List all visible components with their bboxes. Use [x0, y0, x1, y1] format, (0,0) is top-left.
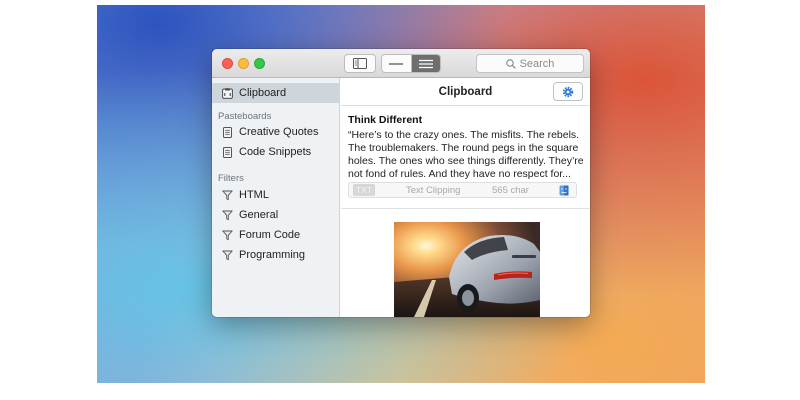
sidebar-item-label: Clipboard: [239, 87, 287, 99]
maximize-window-button[interactable]: [254, 58, 265, 69]
sidebar-item-general[interactable]: General: [212, 205, 340, 225]
list-icon: [418, 59, 433, 68]
search-icon: [505, 58, 516, 69]
clip-type-badge: TXT: [353, 184, 376, 196]
main-panel: Clipboard Think Different “Here’s to the…: [341, 78, 590, 317]
list-view-button[interactable]: [410, 55, 440, 72]
window-titlebar[interactable]: Search: [212, 49, 590, 78]
filter-icon: [222, 250, 233, 260]
minimize-window-button[interactable]: [238, 58, 249, 69]
clip-type-label: Text Clipping: [406, 184, 461, 196]
sidebar-icon: [353, 58, 367, 69]
clip-title: Think Different: [348, 114, 423, 126]
app-window: Search Clipboard Pasteboards Creative Qu…: [212, 49, 590, 317]
settings-button[interactable]: [553, 82, 583, 101]
sidebar-item-label: Programming: [239, 249, 306, 261]
car-photo-clipping[interactable]: [394, 222, 540, 317]
sidebar-item-label: Creative Quotes: [239, 126, 319, 138]
view-mode-segmented-control: [381, 54, 441, 73]
page: Search Clipboard Pasteboards Creative Qu…: [0, 0, 800, 400]
document-icon: [223, 126, 232, 138]
search-field[interactable]: Search: [476, 54, 584, 73]
filter-icon: [222, 210, 233, 220]
sidebar-item-forum-code[interactable]: Forum Code: [212, 225, 340, 245]
pasteboards-header: Pasteboards: [218, 111, 272, 122]
toggle-sidebar-button[interactable]: [344, 54, 376, 73]
sidebar-item-label: Forum Code: [239, 229, 301, 241]
sidebar-item-label: General: [239, 209, 279, 221]
sidebar-item-label: Code Snippets: [239, 146, 312, 158]
sidebar-item-programming[interactable]: Programming: [212, 245, 340, 265]
car-image: [394, 222, 540, 317]
main-header: Clipboard: [341, 78, 590, 106]
clip-text: “Here’s to the crazy ones. The misfits. …: [348, 129, 584, 180]
sidebar-item-code-snippets[interactable]: Code Snippets: [212, 142, 340, 162]
filter-icon: [222, 190, 233, 200]
gear-icon: [562, 86, 574, 97]
sidebar: Clipboard Pasteboards Creative Quotes Co…: [212, 78, 340, 317]
search-placeholder: Search: [519, 57, 555, 70]
divider: [341, 208, 590, 209]
compact-view-button[interactable]: [382, 55, 411, 72]
filters-header: Filters: [218, 173, 244, 184]
document-icon: [223, 146, 232, 158]
clip-item[interactable]: Think Different “Here’s to the crazy one…: [348, 114, 586, 181]
filter-icon: [222, 230, 233, 240]
finder-icon[interactable]: [559, 185, 569, 196]
sidebar-item-html[interactable]: HTML: [212, 185, 340, 205]
sidebar-item-creative-quotes[interactable]: Creative Quotes: [212, 122, 340, 142]
close-window-button[interactable]: [222, 58, 233, 69]
clipboard-icon: [222, 87, 233, 99]
sidebar-item-clipboard[interactable]: Clipboard: [212, 83, 340, 103]
sidebar-item-label: HTML: [239, 189, 269, 201]
clip-char-count: 565 char: [492, 184, 529, 196]
line-icon: [389, 62, 404, 65]
clip-meta-bar: TXT Text Clipping 565 char: [348, 182, 577, 198]
